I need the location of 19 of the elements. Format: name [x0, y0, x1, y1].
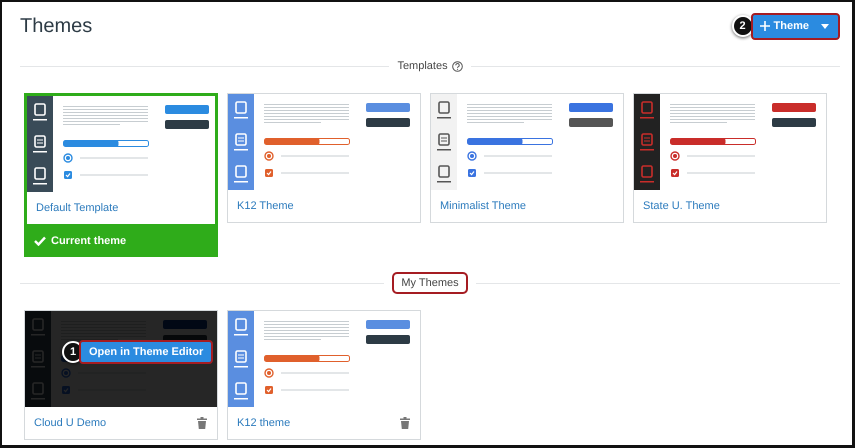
theme-name-link[interactable]: State U. Theme	[643, 200, 720, 212]
theme-name-link[interactable]: Default Template	[36, 202, 118, 214]
theme-name-link[interactable]: Minimalist Theme	[440, 200, 526, 212]
theme-name-link[interactable]: Cloud U Demo	[34, 417, 106, 429]
open-editor-button[interactable]: Open in Theme Editor	[79, 340, 214, 364]
section-title: Templates	[397, 60, 448, 72]
caret-icon	[821, 24, 829, 28]
trash-icon[interactable]	[400, 417, 410, 429]
trash-icon[interactable]	[197, 417, 207, 429]
checkmark-icon	[34, 236, 46, 246]
plus-icon	[760, 21, 770, 31]
help-icon[interactable]	[452, 60, 463, 72]
section-title: My Themes	[392, 272, 468, 294]
current-theme-label: Current theme	[51, 234, 126, 246]
callout-badge: 2	[732, 15, 754, 37]
theme-name-link[interactable]: K12 Theme	[237, 200, 294, 212]
add-theme-button[interactable]: Theme	[750, 12, 840, 40]
theme-name-link[interactable]: K12 theme	[237, 417, 290, 429]
page-title: Themes	[20, 14, 92, 38]
